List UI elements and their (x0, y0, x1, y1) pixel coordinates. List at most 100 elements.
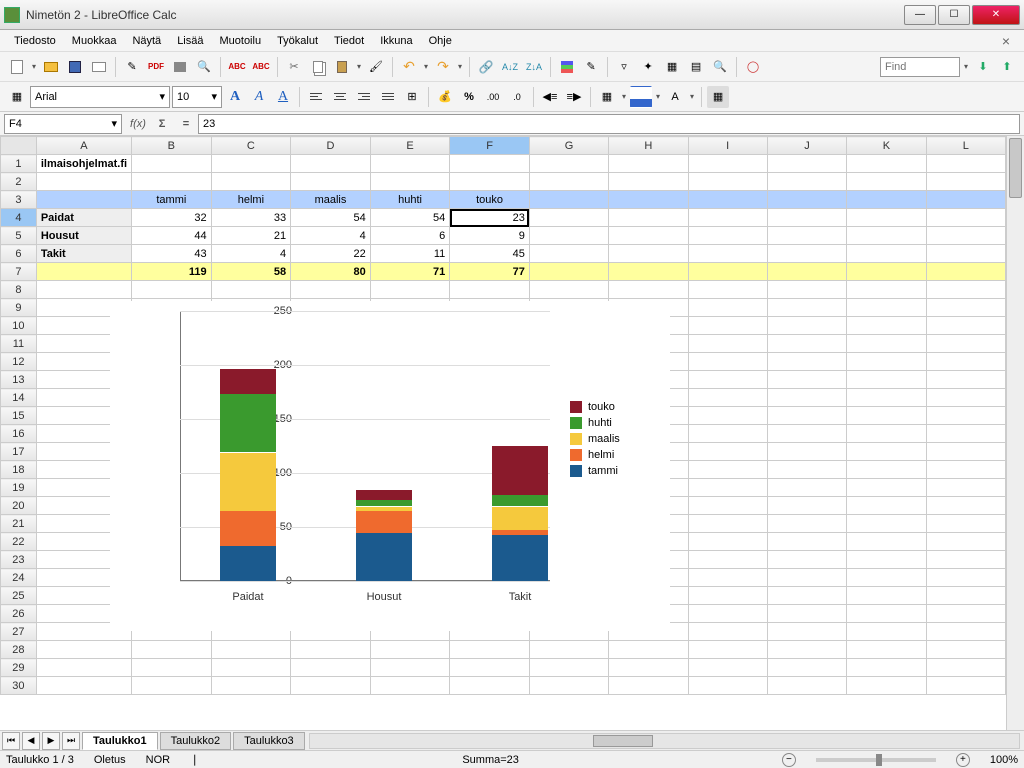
row-header-9[interactable]: 9 (1, 299, 37, 317)
cell-L18[interactable] (926, 461, 1005, 479)
cell-B5[interactable]: 44 (132, 227, 212, 245)
cell-L20[interactable] (926, 497, 1005, 515)
cell-D28[interactable] (291, 641, 371, 659)
row-header-24[interactable]: 24 (1, 569, 37, 587)
fontcolor-dropdown-icon[interactable]: ▾ (688, 92, 696, 101)
cell-B1[interactable] (132, 155, 212, 173)
cell-G5[interactable] (529, 227, 608, 245)
cell-L1[interactable] (926, 155, 1005, 173)
cell-H30[interactable] (609, 677, 688, 695)
cell-L14[interactable] (926, 389, 1005, 407)
cell-I10[interactable] (688, 317, 767, 335)
cell-C29[interactable] (211, 659, 291, 677)
cell-F3[interactable]: touko (450, 191, 530, 209)
cell-K3[interactable] (847, 191, 926, 209)
menu-tiedot[interactable]: Tiedot (326, 33, 372, 49)
cell-J12[interactable] (767, 353, 846, 371)
row-header-5[interactable]: 5 (1, 227, 37, 245)
cell-F30[interactable] (450, 677, 530, 695)
percent-button[interactable]: % (458, 86, 480, 108)
maximize-button[interactable]: ☐ (938, 5, 970, 25)
cell-L23[interactable] (926, 551, 1005, 569)
row-header-26[interactable]: 26 (1, 605, 37, 623)
italic-button[interactable]: A (248, 86, 270, 108)
row-header-15[interactable]: 15 (1, 407, 37, 425)
row-header-28[interactable]: 28 (1, 641, 37, 659)
cell-K5[interactable] (847, 227, 926, 245)
row-header-18[interactable]: 18 (1, 461, 37, 479)
cell-K1[interactable] (847, 155, 926, 173)
cell-I29[interactable] (688, 659, 767, 677)
equals-button[interactable]: = (174, 118, 198, 130)
cell-D30[interactable] (291, 677, 371, 695)
cell-H5[interactable] (609, 227, 688, 245)
cell-A7[interactable] (36, 263, 131, 281)
remove-decimal-button[interactable]: .0 (506, 86, 528, 108)
gridlines-button[interactable]: ▦ (707, 86, 729, 108)
cell-F2[interactable] (450, 173, 530, 191)
cell-F5[interactable]: 9 (450, 227, 530, 245)
row-header-17[interactable]: 17 (1, 443, 37, 461)
bold-button[interactable]: A (224, 86, 246, 108)
print-button[interactable] (169, 56, 191, 78)
tab-next-button[interactable]: ▶ (42, 732, 60, 750)
cell-K23[interactable] (847, 551, 926, 569)
cell-E28[interactable] (370, 641, 450, 659)
cell-D1[interactable] (291, 155, 371, 173)
cell-K28[interactable] (847, 641, 926, 659)
col-header-I[interactable]: I (688, 137, 767, 155)
cell-G7[interactable] (529, 263, 608, 281)
cell-L22[interactable] (926, 533, 1005, 551)
cell-F29[interactable] (450, 659, 530, 677)
close-button[interactable]: ✕ (972, 5, 1020, 25)
redo-dropdown-icon[interactable]: ▾ (456, 62, 464, 71)
cell-L24[interactable] (926, 569, 1005, 587)
cell-J8[interactable] (767, 281, 846, 299)
preview-button[interactable]: 🔍 (193, 56, 215, 78)
cell-K18[interactable] (847, 461, 926, 479)
cell-A1[interactable]: ilmaisohjelmat.fi (36, 155, 131, 173)
row-header-13[interactable]: 13 (1, 371, 37, 389)
menu-lisaa[interactable]: Lisää (169, 33, 211, 49)
cell-K25[interactable] (847, 587, 926, 605)
cell-reference-combo[interactable]: F4▾ (4, 114, 122, 134)
cell-I25[interactable] (688, 587, 767, 605)
col-header-H[interactable]: H (609, 137, 688, 155)
cell-D2[interactable] (291, 173, 371, 191)
cell-G2[interactable] (529, 173, 608, 191)
cell-I19[interactable] (688, 479, 767, 497)
cell-D8[interactable] (291, 281, 371, 299)
sheet-tab-Taulukko3[interactable]: Taulukko3 (233, 732, 305, 750)
cell-A8[interactable] (36, 281, 131, 299)
zoom-slider[interactable] (816, 758, 936, 762)
cell-E5[interactable]: 6 (370, 227, 450, 245)
autofilter-button[interactable]: ▿ (613, 56, 635, 78)
cell-L8[interactable] (926, 281, 1005, 299)
cell-G8[interactable] (529, 281, 608, 299)
cell-L21[interactable] (926, 515, 1005, 533)
cell-J14[interactable] (767, 389, 846, 407)
cell-J1[interactable] (767, 155, 846, 173)
bgcolor-button[interactable] (630, 86, 652, 108)
cell-A5[interactable]: Housut (36, 227, 131, 245)
cell-K4[interactable] (847, 209, 926, 227)
copy-button[interactable] (307, 56, 329, 78)
hyperlink-button[interactable]: 🔗 (475, 56, 497, 78)
open-button[interactable] (40, 56, 62, 78)
cell-H2[interactable] (609, 173, 688, 191)
zoom-out-button[interactable]: − (782, 753, 796, 767)
cell-D7[interactable]: 80 (291, 263, 371, 281)
menu-muokkaa[interactable]: Muokkaa (64, 33, 125, 49)
cell-J26[interactable] (767, 605, 846, 623)
cell-L29[interactable] (926, 659, 1005, 677)
cell-I9[interactable] (688, 299, 767, 317)
cell-K7[interactable] (847, 263, 926, 281)
horizontal-scrollbar[interactable] (309, 733, 1020, 749)
cell-K10[interactable] (847, 317, 926, 335)
cell-A30[interactable] (36, 677, 131, 695)
row-header-20[interactable]: 20 (1, 497, 37, 515)
star-button[interactable]: ✦ (637, 56, 659, 78)
menu-nayta[interactable]: Näytä (124, 33, 169, 49)
cell-L7[interactable] (926, 263, 1005, 281)
new-button[interactable] (6, 56, 28, 78)
